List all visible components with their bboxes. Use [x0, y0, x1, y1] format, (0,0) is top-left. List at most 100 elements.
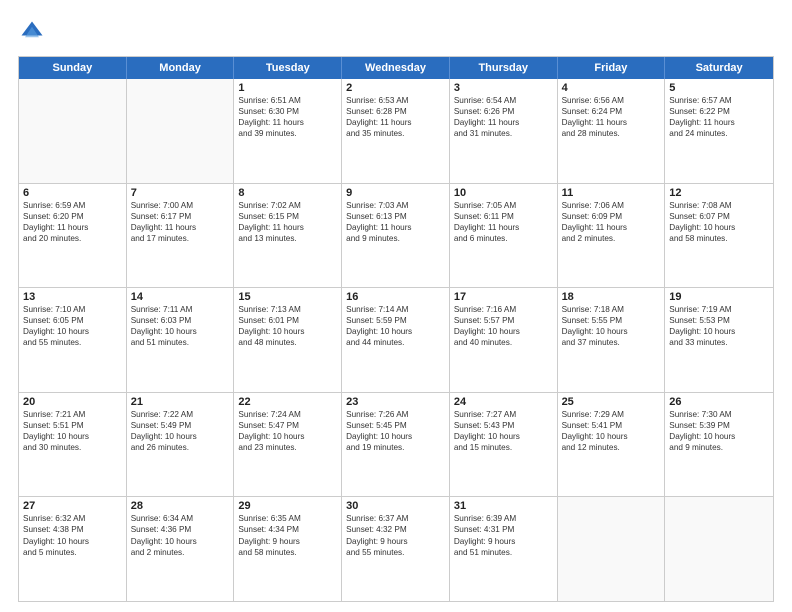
- sunrise-text: Sunrise: 6:59 AM: [23, 200, 122, 211]
- daylight-hours: Daylight: 10 hours: [238, 431, 337, 442]
- sunset-text: Sunset: 6:17 PM: [131, 211, 230, 222]
- sunrise-text: Sunrise: 6:35 AM: [238, 513, 337, 524]
- daylight-hours: Daylight: 11 hours: [131, 222, 230, 233]
- sunrise-text: Sunrise: 7:11 AM: [131, 304, 230, 315]
- sunset-text: Sunset: 6:11 PM: [454, 211, 553, 222]
- daylight-hours: Daylight: 11 hours: [346, 222, 445, 233]
- sunset-text: Sunset: 6:03 PM: [131, 315, 230, 326]
- sunset-text: Sunset: 5:45 PM: [346, 420, 445, 431]
- day-cell-7: 7Sunrise: 7:00 AMSunset: 6:17 PMDaylight…: [127, 184, 235, 288]
- day-cell-14: 14Sunrise: 7:11 AMSunset: 6:03 PMDayligh…: [127, 288, 235, 392]
- day-number: 3: [454, 82, 553, 94]
- calendar-week-3: 13Sunrise: 7:10 AMSunset: 6:05 PMDayligh…: [19, 287, 773, 392]
- daylight-minutes: and 40 minutes.: [454, 337, 553, 348]
- day-cell-1: 1Sunrise: 6:51 AMSunset: 6:30 PMDaylight…: [234, 79, 342, 183]
- day-header-thursday: Thursday: [450, 57, 558, 79]
- day-number: 19: [669, 291, 769, 303]
- day-cell-6: 6Sunrise: 6:59 AMSunset: 6:20 PMDaylight…: [19, 184, 127, 288]
- empty-cell: [127, 79, 235, 183]
- daylight-minutes: and 44 minutes.: [346, 337, 445, 348]
- day-cell-18: 18Sunrise: 7:18 AMSunset: 5:55 PMDayligh…: [558, 288, 666, 392]
- sunset-text: Sunset: 4:32 PM: [346, 524, 445, 535]
- daylight-hours: Daylight: 11 hours: [238, 222, 337, 233]
- sunrise-text: Sunrise: 6:51 AM: [238, 95, 337, 106]
- sunset-text: Sunset: 5:47 PM: [238, 420, 337, 431]
- sunset-text: Sunset: 5:57 PM: [454, 315, 553, 326]
- page-header: [18, 18, 774, 46]
- sunrise-text: Sunrise: 7:10 AM: [23, 304, 122, 315]
- day-number: 28: [131, 500, 230, 512]
- logo: [18, 18, 50, 46]
- day-cell-11: 11Sunrise: 7:06 AMSunset: 6:09 PMDayligh…: [558, 184, 666, 288]
- day-cell-12: 12Sunrise: 7:08 AMSunset: 6:07 PMDayligh…: [665, 184, 773, 288]
- daylight-hours: Daylight: 10 hours: [131, 536, 230, 547]
- sunrise-text: Sunrise: 7:16 AM: [454, 304, 553, 315]
- day-number: 23: [346, 396, 445, 408]
- sunset-text: Sunset: 5:51 PM: [23, 420, 122, 431]
- daylight-hours: Daylight: 9 hours: [454, 536, 553, 547]
- day-cell-17: 17Sunrise: 7:16 AMSunset: 5:57 PMDayligh…: [450, 288, 558, 392]
- sunset-text: Sunset: 5:49 PM: [131, 420, 230, 431]
- day-cell-5: 5Sunrise: 6:57 AMSunset: 6:22 PMDaylight…: [665, 79, 773, 183]
- sunset-text: Sunset: 4:34 PM: [238, 524, 337, 535]
- daylight-hours: Daylight: 10 hours: [23, 536, 122, 547]
- daylight-minutes: and 17 minutes.: [131, 233, 230, 244]
- daylight-minutes: and 23 minutes.: [238, 442, 337, 453]
- sunrise-text: Sunrise: 6:37 AM: [346, 513, 445, 524]
- sunset-text: Sunset: 6:20 PM: [23, 211, 122, 222]
- sunrise-text: Sunrise: 6:32 AM: [23, 513, 122, 524]
- daylight-hours: Daylight: 11 hours: [669, 117, 769, 128]
- daylight-minutes: and 35 minutes.: [346, 128, 445, 139]
- daylight-hours: Daylight: 11 hours: [562, 117, 661, 128]
- sunrise-text: Sunrise: 7:13 AM: [238, 304, 337, 315]
- logo-icon: [18, 18, 46, 46]
- sunrise-text: Sunrise: 7:19 AM: [669, 304, 769, 315]
- day-cell-13: 13Sunrise: 7:10 AMSunset: 6:05 PMDayligh…: [19, 288, 127, 392]
- day-number: 21: [131, 396, 230, 408]
- day-number: 10: [454, 187, 553, 199]
- sunset-text: Sunset: 4:31 PM: [454, 524, 553, 535]
- day-number: 2: [346, 82, 445, 94]
- sunset-text: Sunset: 6:05 PM: [23, 315, 122, 326]
- day-cell-23: 23Sunrise: 7:26 AMSunset: 5:45 PMDayligh…: [342, 393, 450, 497]
- calendar-week-2: 6Sunrise: 6:59 AMSunset: 6:20 PMDaylight…: [19, 183, 773, 288]
- sunrise-text: Sunrise: 7:29 AM: [562, 409, 661, 420]
- sunrise-text: Sunrise: 7:00 AM: [131, 200, 230, 211]
- daylight-minutes: and 37 minutes.: [562, 337, 661, 348]
- daylight-minutes: and 31 minutes.: [454, 128, 553, 139]
- sunset-text: Sunset: 6:09 PM: [562, 211, 661, 222]
- sunrise-text: Sunrise: 7:18 AM: [562, 304, 661, 315]
- day-cell-31: 31Sunrise: 6:39 AMSunset: 4:31 PMDayligh…: [450, 497, 558, 601]
- sunrise-text: Sunrise: 7:02 AM: [238, 200, 337, 211]
- empty-cell: [665, 497, 773, 601]
- daylight-minutes: and 55 minutes.: [23, 337, 122, 348]
- day-header-saturday: Saturday: [665, 57, 773, 79]
- day-number: 6: [23, 187, 122, 199]
- daylight-hours: Daylight: 10 hours: [669, 222, 769, 233]
- daylight-hours: Daylight: 10 hours: [238, 326, 337, 337]
- day-number: 12: [669, 187, 769, 199]
- sunrise-text: Sunrise: 7:30 AM: [669, 409, 769, 420]
- sunrise-text: Sunrise: 6:57 AM: [669, 95, 769, 106]
- sunset-text: Sunset: 6:22 PM: [669, 106, 769, 117]
- sunset-text: Sunset: 4:38 PM: [23, 524, 122, 535]
- day-number: 4: [562, 82, 661, 94]
- daylight-hours: Daylight: 11 hours: [23, 222, 122, 233]
- day-number: 31: [454, 500, 553, 512]
- daylight-minutes: and 39 minutes.: [238, 128, 337, 139]
- daylight-minutes: and 6 minutes.: [454, 233, 553, 244]
- daylight-hours: Daylight: 10 hours: [454, 326, 553, 337]
- sunrise-text: Sunrise: 7:26 AM: [346, 409, 445, 420]
- sunrise-text: Sunrise: 7:06 AM: [562, 200, 661, 211]
- daylight-hours: Daylight: 9 hours: [346, 536, 445, 547]
- day-number: 30: [346, 500, 445, 512]
- sunset-text: Sunset: 6:26 PM: [454, 106, 553, 117]
- daylight-hours: Daylight: 10 hours: [562, 326, 661, 337]
- daylight-minutes: and 15 minutes.: [454, 442, 553, 453]
- day-cell-19: 19Sunrise: 7:19 AMSunset: 5:53 PMDayligh…: [665, 288, 773, 392]
- sunrise-text: Sunrise: 7:05 AM: [454, 200, 553, 211]
- calendar-body: 1Sunrise: 6:51 AMSunset: 6:30 PMDaylight…: [19, 79, 773, 601]
- sunset-text: Sunset: 5:55 PM: [562, 315, 661, 326]
- day-cell-16: 16Sunrise: 7:14 AMSunset: 5:59 PMDayligh…: [342, 288, 450, 392]
- sunrise-text: Sunrise: 7:08 AM: [669, 200, 769, 211]
